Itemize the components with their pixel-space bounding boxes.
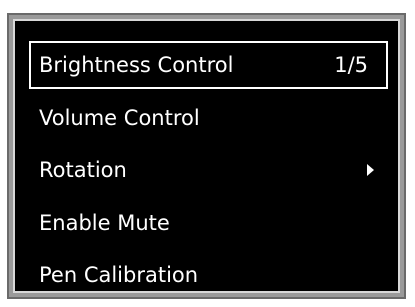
menu-item-label: Brightness Control xyxy=(39,53,234,77)
settings-menu-frame: Brightness Control 1/5 Volume Control Ro… xyxy=(7,13,406,299)
menu-item-rotation[interactable]: Rotation xyxy=(29,146,388,194)
menu-item-enable-mute[interactable]: Enable Mute xyxy=(29,199,388,247)
menu-item-brightness-control[interactable]: Brightness Control 1/5 xyxy=(29,41,388,89)
menu-item-volume-control[interactable]: Volume Control xyxy=(29,94,388,142)
settings-menu: Brightness Control 1/5 Volume Control Ro… xyxy=(13,19,400,293)
menu-item-label: Enable Mute xyxy=(39,211,170,235)
menu-item-label: Volume Control xyxy=(39,106,200,130)
brightness-level-value: 1/5 xyxy=(334,53,368,77)
chevron-right-icon xyxy=(367,164,374,176)
menu-item-label: Pen Calibration xyxy=(39,263,199,287)
menu-item-label: Rotation xyxy=(39,158,127,182)
menu-item-pen-calibration[interactable]: Pen Calibration xyxy=(29,251,388,299)
